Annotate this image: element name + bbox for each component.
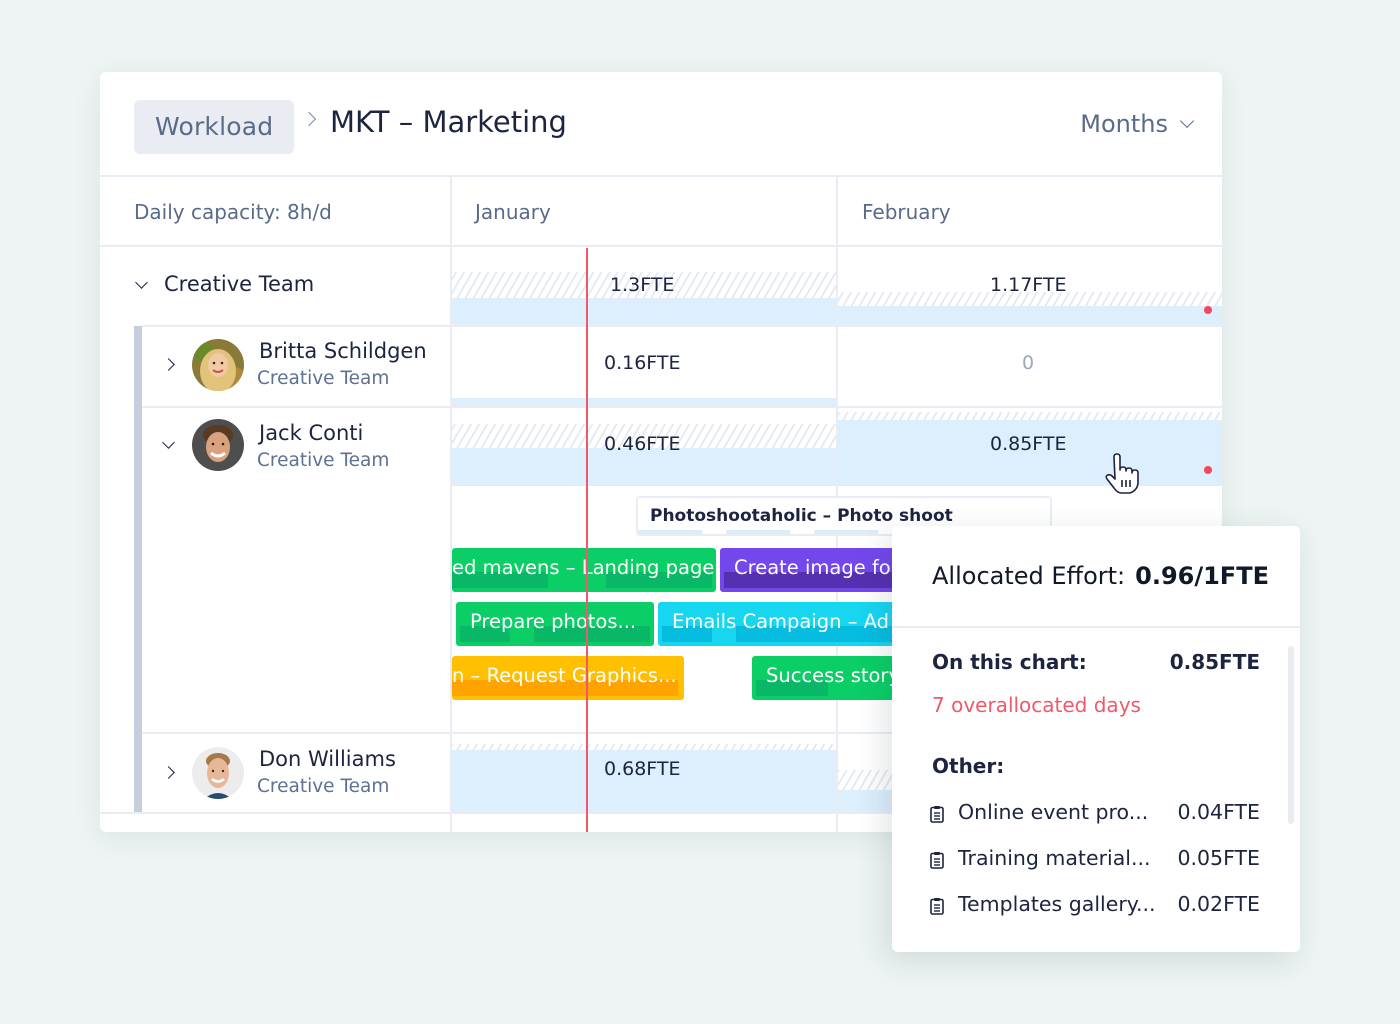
team-january-cell[interactable]: 1.3FTE [452, 248, 836, 326]
task-label: Photoshootaholic – Photo shoot [650, 506, 953, 526]
jack-january-fte: 0.46FTE [604, 433, 681, 455]
task-prepare-photos[interactable]: Prepare photos... [456, 602, 654, 646]
page-title: MKT – Marketing [330, 105, 567, 139]
popover-title-value: 0.96/1FTE [1135, 562, 1269, 590]
header: Workload MKT – Marketing Months [100, 72, 1222, 177]
member-name: Jack Conti [259, 421, 364, 445]
task-success-story[interactable]: Success story [752, 656, 902, 700]
britta-february-fte: 0 [1022, 352, 1035, 374]
other-item[interactable]: Training material... 0.05FTE [930, 846, 1260, 876]
member-row-jack-conti[interactable]: Jack Conti Creative Team [142, 408, 450, 488]
don-january-cell[interactable]: 0.68FTE [452, 734, 836, 812]
jack-february-cell[interactable]: 0.85FTE [838, 408, 1222, 486]
task-landing-page[interactable]: ed mavens – Landing page [452, 548, 716, 592]
other-item-value: 0.04FTE [1177, 800, 1260, 824]
member-team: Creative Team [257, 776, 390, 797]
popover-title: Allocated Effort: 0.96/1FTE [932, 562, 1269, 590]
avatar [192, 339, 244, 391]
member-team: Creative Team [257, 450, 390, 471]
avatar [192, 419, 244, 471]
hand-pointer-cursor-icon [1105, 453, 1139, 494]
task-label: Success story [766, 664, 900, 687]
allocated-effort-popover: Allocated Effort: 0.96/1FTE On this chart… [892, 526, 1300, 952]
member-row-don-williams[interactable]: Don Williams Creative Team [142, 734, 450, 814]
overallocation-indicator [1204, 306, 1212, 314]
task-label: Prepare photos... [470, 610, 637, 633]
team-name: Creative Team [164, 272, 315, 296]
view-selector-label: Months [1080, 110, 1168, 138]
clipboard-icon [930, 806, 944, 823]
other-item-name: Training material... [958, 846, 1151, 870]
other-label: Other: [932, 754, 1005, 778]
popover-header: Allocated Effort: 0.96/1FTE [892, 526, 1300, 628]
britta-january-fte: 0.16FTE [604, 352, 681, 374]
other-item-name: Online event pro... [958, 800, 1149, 824]
don-january-fte: 0.68FTE [604, 758, 681, 780]
team-january-fte: 1.3FTE [610, 274, 675, 296]
daily-capacity-label: Daily capacity: 8h/d [134, 200, 332, 224]
clipboard-icon [930, 852, 944, 869]
other-item[interactable]: Online event pro... 0.04FTE [930, 800, 1260, 830]
team-february-cell[interactable]: 1.17FTE [838, 248, 1222, 326]
view-selector-dropdown[interactable]: Months [1080, 110, 1195, 138]
jack-february-fte: 0.85FTE [990, 433, 1067, 455]
other-item-value: 0.02FTE [1177, 892, 1260, 916]
britta-february-cell[interactable]: 0 [838, 328, 1222, 406]
other-item-name: Templates gallery... [958, 892, 1156, 916]
overallocated-days-text: 7 overallocated days [932, 693, 1141, 717]
task-label: Emails Campaign – Ad [672, 610, 890, 633]
popover-scrollbar[interactable] [1288, 646, 1294, 824]
task-emails-campaign[interactable]: Emails Campaign – Ad [658, 602, 900, 646]
team-february-fte: 1.17FTE [990, 274, 1067, 296]
month-header-february: February [862, 200, 951, 224]
member-row-britta-schildgen[interactable]: Britta Schildgen Creative Team [142, 326, 450, 406]
chevron-down-icon [1179, 113, 1195, 129]
breadcrumb-workload-button[interactable]: Workload [134, 100, 295, 154]
clipboard-icon [930, 898, 944, 915]
britta-january-cell[interactable]: 0.16FTE [452, 328, 836, 406]
task-label: ed mavens – Landing page [452, 556, 715, 579]
jack-january-cell[interactable]: 0.46FTE [452, 408, 836, 486]
task-request-graphics[interactable]: n – Request Graphics... [452, 656, 684, 700]
member-name: Britta Schildgen [259, 339, 427, 363]
breadcrumb-chevron-icon [301, 111, 317, 127]
avatar [192, 747, 244, 799]
task-label: Create image fo [734, 556, 891, 579]
popover-title-label: Allocated Effort: [932, 562, 1126, 590]
overallocation-indicator [1204, 466, 1212, 474]
member-name: Don Williams [259, 747, 396, 771]
other-item-value: 0.05FTE [1177, 846, 1260, 870]
task-label: n – Request Graphics... [452, 664, 677, 687]
month-header-january: January [475, 200, 551, 224]
today-marker-line [586, 248, 588, 832]
expand-chevron-icon[interactable] [162, 766, 175, 779]
collapse-chevron-icon[interactable] [162, 436, 175, 449]
grid-header: Daily capacity: 8h/d January February [100, 177, 1222, 247]
on-chart-label: On this chart: [932, 650, 1087, 674]
team-group-indicator [134, 326, 142, 814]
collapse-chevron-icon[interactable] [135, 276, 148, 289]
expand-chevron-icon[interactable] [162, 358, 175, 371]
task-create-image[interactable]: Create image fo [720, 548, 900, 592]
other-item[interactable]: Templates gallery... 0.02FTE [930, 892, 1260, 922]
member-team: Creative Team [257, 368, 390, 389]
on-chart-value: 0.85FTE [1169, 650, 1260, 674]
team-row-creative-team[interactable]: Creative Team [100, 248, 450, 326]
